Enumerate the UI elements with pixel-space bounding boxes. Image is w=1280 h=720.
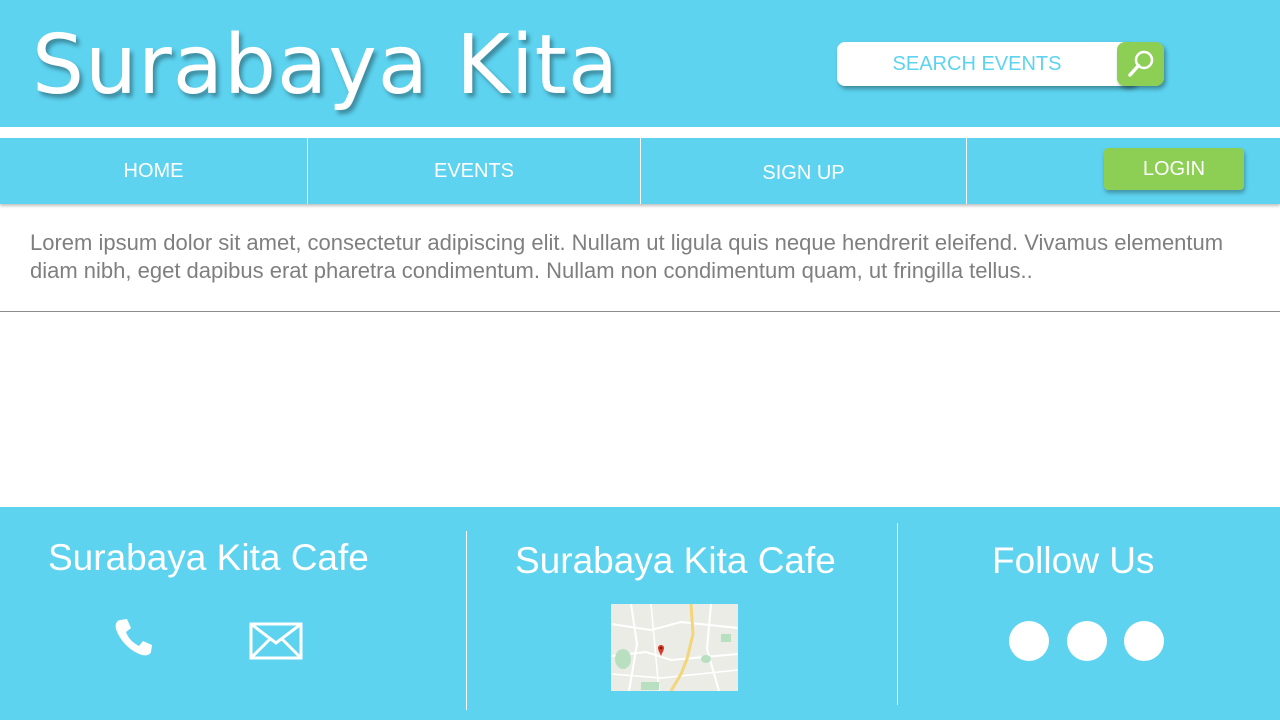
search-icon	[1127, 50, 1153, 77]
nav-bar: HOME EVENTS SIGN UP	[0, 138, 1280, 204]
nav-divider	[966, 138, 967, 204]
intro-text: Lorem ipsum dolor sit amet, consectetur …	[30, 230, 1224, 283]
phone-button[interactable]	[110, 613, 158, 661]
content-divider	[0, 311, 1280, 312]
contact-heading: Surabaya Kita Cafe	[48, 537, 369, 578]
nav-item-home[interactable]: HOME	[0, 138, 307, 204]
social-link-3[interactable]	[1124, 621, 1164, 661]
email-button[interactable]	[249, 620, 303, 662]
phone-icon	[115, 619, 152, 656]
map-thumbnail[interactable]	[611, 604, 738, 691]
follow-us-heading: Follow Us	[992, 540, 1155, 581]
footer-divider	[897, 523, 898, 705]
search-box	[837, 42, 1137, 86]
social-link-2[interactable]	[1067, 621, 1107, 661]
map-image	[611, 604, 738, 691]
nav-item-events[interactable]: EVENTS	[308, 138, 640, 204]
mail-icon	[249, 622, 303, 660]
search-input[interactable]	[837, 42, 1117, 86]
site-title[interactable]: Surabaya Kita	[32, 18, 619, 114]
search-button[interactable]	[1117, 42, 1164, 86]
login-button[interactable]: LOGIN	[1104, 148, 1244, 190]
social-link-1[interactable]	[1009, 621, 1049, 661]
nav-item-sign-up[interactable]: SIGN UP	[641, 138, 966, 204]
location-heading: Surabaya Kita Cafe	[515, 540, 836, 581]
footer-divider	[466, 531, 467, 710]
